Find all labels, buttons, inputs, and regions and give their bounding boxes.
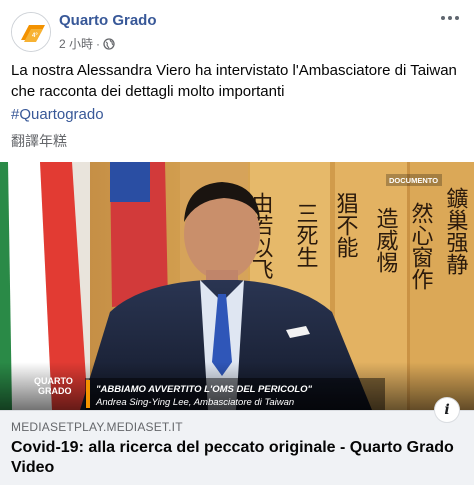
calligraphy-text: 三死生 xyxy=(293,202,319,268)
hashtag-link[interactable]: #Quartogrado xyxy=(11,106,104,123)
calligraphy-text: 然心窗作 xyxy=(408,202,434,290)
quarto-grado-logo-icon: 4° xyxy=(12,13,50,51)
link-title[interactable]: Covid-19: alla ricerca del peccato origi… xyxy=(11,438,461,478)
info-icon[interactable]: i xyxy=(434,397,460,423)
video-thumbnail[interactable]: 由若以飞 三死生 猖不能 造威惕 然心窗作 鑛巢强静 "ABBIAMO AVVE… xyxy=(0,162,474,410)
svg-text:4°: 4° xyxy=(32,33,38,39)
link-domain: MEDIASETPLAY.MEDIASET.IT xyxy=(11,420,183,434)
watermark-line-1: QUARTO xyxy=(34,376,73,386)
caption-name: Andrea Sing-Ying Lee, Ambasciatore di Ta… xyxy=(95,397,294,408)
dot-icon xyxy=(455,16,459,20)
more-options-button[interactable] xyxy=(436,8,464,28)
watermark-line-2: GRADO xyxy=(38,386,72,396)
documento-badge: DOCUMENTO xyxy=(389,176,438,185)
dot-icon xyxy=(448,16,452,20)
calligraphy-text: 猖不能 xyxy=(333,192,359,258)
dot-icon xyxy=(441,16,445,20)
interview-scene: 由若以飞 三死生 猖不能 造威惕 然心窗作 鑛巢强静 "ABBIAMO AVVE… xyxy=(0,162,474,410)
see-translation-link[interactable]: 翻譯年糕 xyxy=(11,131,67,151)
facebook-post: 4° Quarto Grado 2 小時 · La nostra Alessan… xyxy=(0,0,474,485)
post-meta: 2 小時 · xyxy=(59,35,115,52)
post-body-text: La nostra Alessandra Viero ha intervista… xyxy=(11,62,457,100)
post-time[interactable]: 2 小時 xyxy=(59,35,93,52)
globe-icon xyxy=(103,37,115,50)
page-name[interactable]: Quarto Grado xyxy=(59,12,157,29)
page-avatar[interactable]: 4° xyxy=(11,12,51,52)
calligraphy-text: 鑛巢强静 xyxy=(443,187,469,275)
link-preview[interactable]: MEDIASETPLAY.MEDIASET.IT Covid-19: alla … xyxy=(0,397,474,485)
calligraphy-text: 造威惕 xyxy=(373,207,399,273)
caption-quote: "ABBIAMO AVVERTITO L'OMS DEL PERICOLO" xyxy=(96,384,313,395)
